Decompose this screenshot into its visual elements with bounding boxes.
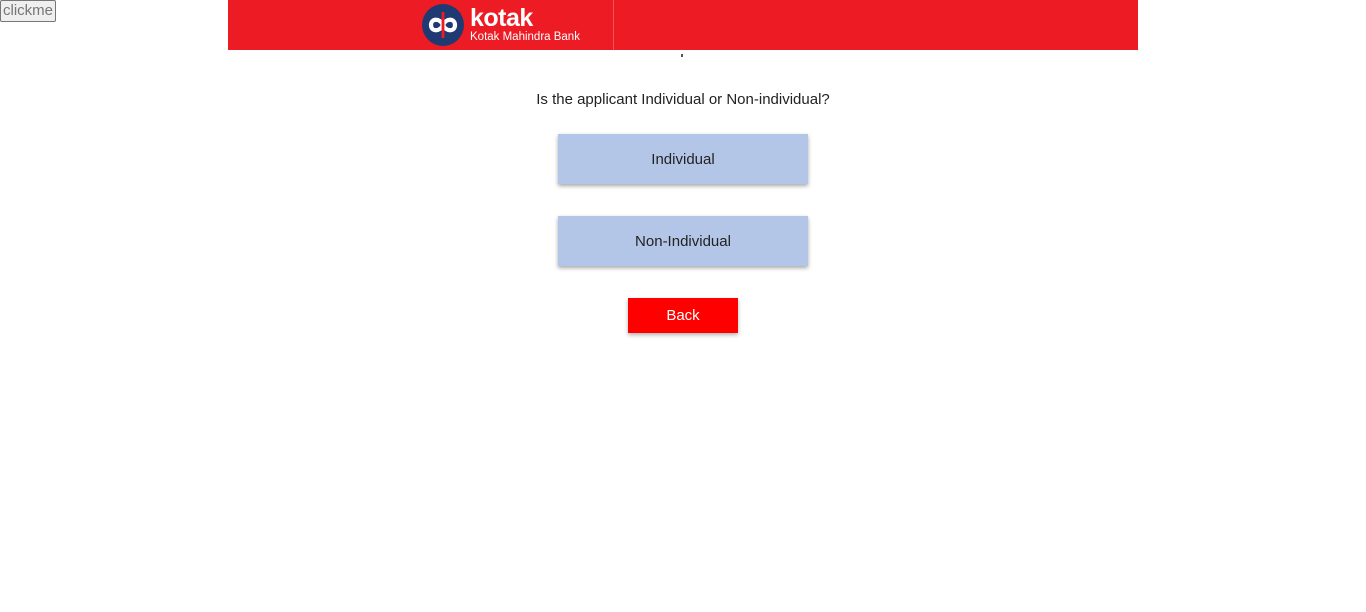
non-individual-button[interactable]: Non-Individual xyxy=(558,216,808,266)
brand-name: kotak xyxy=(470,4,533,32)
brand-tagline: Kotak Mahindra Bank xyxy=(470,31,580,43)
logo-text: kotak Kotak Mahindra Bank xyxy=(470,6,580,44)
kotak-logo[interactable]: kotak Kotak Mahindra Bank xyxy=(420,4,580,46)
separator-dot xyxy=(681,54,683,57)
individual-button[interactable]: Individual xyxy=(558,134,808,184)
header-divider xyxy=(613,0,614,50)
applicant-type-question: Is the applicant Individual or Non-indiv… xyxy=(536,91,830,108)
back-button[interactable]: Back xyxy=(628,298,738,333)
clickme-button[interactable]: clickme xyxy=(0,0,57,22)
header-bar: kotak Kotak Mahindra Bank xyxy=(228,0,1138,50)
kotak-infinity-logo-icon xyxy=(422,4,464,46)
